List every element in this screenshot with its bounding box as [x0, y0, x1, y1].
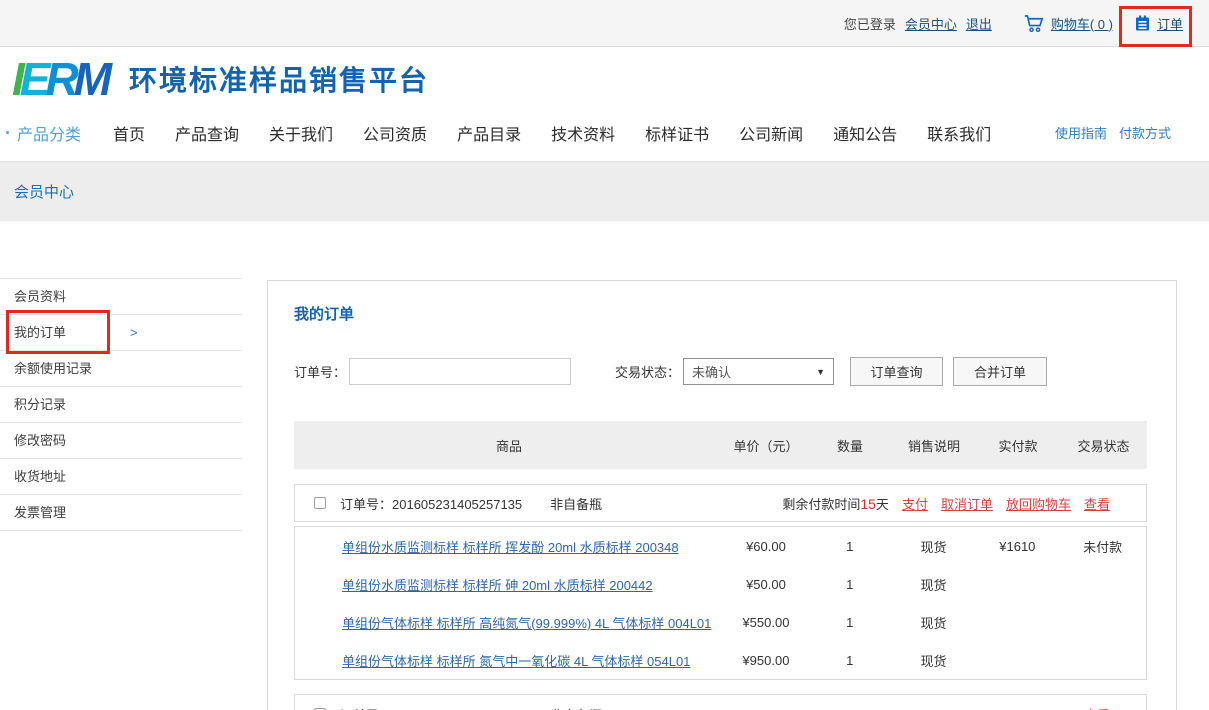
sidebar-item-my-orders[interactable]: 我的订单 > — [0, 315, 242, 351]
chevron-down-icon: ▼ — [816, 367, 825, 377]
bottle-type: 非自备瓶 — [550, 494, 602, 513]
nav-item-contact[interactable]: 联系我们 — [927, 121, 991, 145]
product-name-cell: 单组份气体标样 标样所 高纯氮气(99.999%) 4L 气体标样 004L01 — [295, 613, 724, 632]
order-no-input[interactable] — [349, 358, 571, 385]
product-link[interactable]: 单组份气体标样 标样所 氮气中一氧化碳 4L 气体标样 054L01 — [342, 654, 690, 669]
pay-link[interactable]: 支付 — [902, 494, 928, 513]
header-product: 商品 — [294, 436, 724, 455]
payment-method-link[interactable]: 付款方式 — [1119, 123, 1171, 142]
content-area: 会员资料 我的订单 > 余额使用记录 积分记录 修改密码 收货地址 发票管理 我… — [0, 221, 1209, 710]
topbar: 您已登录 会员中心 退出 购物车( 0 ) 订单 — [0, 0, 1209, 47]
login-status: 您已登录 — [844, 14, 896, 33]
order-link[interactable]: 订单 — [1157, 14, 1183, 33]
order-group-header: 订单号：201605231405257135 非自备瓶 剩余付款时间15天 支付… — [294, 484, 1147, 522]
main-nav: · 产品分类 首页 产品查询 关于我们 公司资质 产品目录 技术资料 标样证书 … — [0, 110, 1209, 155]
sidebar-item-balance-history[interactable]: 余额使用记录 — [0, 351, 242, 387]
nav-item-product-search[interactable]: 产品查询 — [175, 121, 239, 145]
product-name-cell: 单组份水质监测标样 标样所 挥发酚 20ml 水质标样 200348 — [295, 537, 724, 556]
order-actions: 查看 — [1071, 705, 1146, 710]
order-filter-bar: 订单号： 交易状态： 未确认 ▼ 订单查询 合并订单 — [294, 357, 1176, 386]
nav-item-notices[interactable]: 通知公告 — [833, 121, 897, 145]
nav-category[interactable]: · 产品分类 — [5, 121, 113, 145]
nav-item-tech-docs[interactable]: 技术资料 — [551, 121, 615, 145]
view-order-link[interactable]: 查看 — [1084, 705, 1110, 710]
product-name-cell: 单组份水质监测标样 标样所 砷 20ml 水质标样 200442 — [295, 575, 724, 594]
user-guide-link[interactable]: 使用指南 — [1055, 123, 1107, 142]
nav-item-catalog[interactable]: 产品目录 — [457, 121, 521, 145]
countdown-days: 15 — [860, 496, 876, 512]
unit-price-cell: ¥950.00 — [724, 653, 808, 668]
order-checkbox[interactable] — [314, 497, 326, 509]
order-search-button[interactable]: 订单查询 — [850, 357, 943, 386]
order-items-box: 单组份水质监测标样 标样所 挥发酚 20ml 水质标样 200348 ¥60.0… — [294, 526, 1147, 680]
order-icon — [1135, 15, 1150, 31]
quantity-cell: 1 — [808, 577, 892, 592]
nav-item-news[interactable]: 公司新闻 — [739, 121, 803, 145]
header-sales-note: 销售说明 — [892, 436, 976, 455]
orders-panel: 我的订单 订单号： 交易状态： 未确认 ▼ 订单查询 合并订单 商品 单价（元）… — [267, 280, 1177, 710]
sales-note-cell: 现货 — [892, 575, 976, 594]
active-arrow-icon: > — [130, 315, 138, 351]
nav-item-home[interactable]: 首页 — [113, 121, 145, 145]
nav-right-links: 使用指南 付款方式 — [1043, 110, 1171, 155]
nav-item-certificates[interactable]: 标样证书 — [645, 121, 709, 145]
brand-logo: IERM — [12, 56, 107, 102]
sidebar-item-profile[interactable]: 会员资料 — [0, 279, 242, 315]
merge-orders-button[interactable]: 合并订单 — [953, 357, 1047, 386]
order-item-row: 单组份水质监测标样 标样所 挥发酚 20ml 水质标样 200348 ¥60.0… — [295, 527, 1146, 565]
quantity-cell: 1 — [808, 653, 892, 668]
order-number: 订单号：201605231405257135 — [340, 494, 522, 513]
header-paid-amount: 实付款 — [976, 436, 1060, 455]
site-title: 环境标准样品销售平台 — [129, 59, 429, 99]
return-to-cart-link[interactable]: 放回购物车 — [1006, 494, 1071, 513]
logo-bar: IERM 环境标准样品销售平台 — [0, 47, 1209, 110]
orders-table-header: 商品 单价（元） 数量 销售说明 实付款 交易状态 — [294, 421, 1147, 469]
order-item-row: 单组份水质监测标样 标样所 砷 20ml 水质标样 200442 ¥50.00 … — [295, 565, 1146, 603]
status-label: 交易状态： — [615, 362, 680, 381]
sidebar-item-shipping-address[interactable]: 收货地址 — [0, 459, 242, 495]
quantity-cell: 1 — [808, 539, 892, 554]
quantity-cell: 1 — [808, 615, 892, 630]
product-link[interactable]: 单组份水质监测标样 标样所 挥发酚 20ml 水质标样 200348 — [342, 540, 679, 555]
member-center-banner: 会员中心 — [0, 161, 1209, 221]
view-order-link[interactable]: 查看 — [1084, 494, 1110, 513]
product-name-cell: 单组份气体标样 标样所 氮气中一氧化碳 4L 气体标样 054L01 — [295, 651, 724, 670]
sidebar-item-change-password[interactable]: 修改密码 — [0, 423, 242, 459]
member-center-link[interactable]: 会员中心 — [905, 14, 957, 33]
order-group-header: 订单号：201605171217098691 非自备瓶 查看 — [294, 694, 1147, 710]
order-no-label: 订单号： — [294, 362, 346, 381]
header-unit-price: 单价（元） — [724, 436, 808, 455]
cart-icon — [1024, 14, 1044, 33]
bullet-icon: · — [5, 124, 11, 142]
header-transaction-status: 交易状态 — [1060, 436, 1147, 455]
unit-price-cell: ¥60.00 — [724, 539, 808, 554]
product-link[interactable]: 单组份气体标样 标样所 高纯氮气(99.999%) 4L 气体标样 004L01 — [342, 616, 711, 631]
unit-price-cell: ¥550.00 — [724, 615, 808, 630]
order-item-row: 单组份气体标样 标样所 高纯氮气(99.999%) 4L 气体标样 004L01… — [295, 603, 1146, 641]
page-title: 我的订单 — [294, 303, 1176, 324]
header-quantity: 数量 — [808, 436, 892, 455]
logout-link[interactable]: 退出 — [966, 14, 992, 33]
sidebar-item-invoice[interactable]: 发票管理 — [0, 495, 242, 531]
order-actions: 剩余付款时间15天 支付 取消订单 放回购物车 查看 — [782, 494, 1146, 513]
order-item-row: 单组份气体标样 标样所 氮气中一氧化碳 4L 气体标样 054L01 ¥950.… — [295, 641, 1146, 679]
sidebar-item-points[interactable]: 积分记录 — [0, 387, 242, 423]
payment-countdown: 剩余付款时间15天 — [782, 494, 889, 513]
banner-title: 会员中心 — [14, 181, 74, 202]
sales-note-cell: 现货 — [892, 537, 976, 556]
cancel-order-link[interactable]: 取消订单 — [941, 494, 993, 513]
cart-link[interactable]: 购物车( 0 ) — [1051, 14, 1113, 33]
bottle-type: 非自备瓶 — [550, 705, 602, 710]
order-number: 订单号：201605171217098691 — [340, 705, 522, 710]
status-select[interactable]: 未确认 ▼ — [683, 358, 834, 385]
paid-amount-cell: ¥1610 — [975, 539, 1059, 554]
nav-item-about[interactable]: 关于我们 — [269, 121, 333, 145]
transaction-status-cell: 未付款 — [1059, 537, 1146, 556]
nav-item-qualification[interactable]: 公司资质 — [363, 121, 427, 145]
sales-note-cell: 现货 — [892, 613, 976, 632]
member-sidebar: 会员资料 我的订单 > 余额使用记录 积分记录 修改密码 收货地址 发票管理 — [0, 278, 242, 531]
product-link[interactable]: 单组份水质监测标样 标样所 砷 20ml 水质标样 200442 — [342, 578, 653, 593]
unit-price-cell: ¥50.00 — [724, 577, 808, 592]
sales-note-cell: 现货 — [892, 651, 976, 670]
